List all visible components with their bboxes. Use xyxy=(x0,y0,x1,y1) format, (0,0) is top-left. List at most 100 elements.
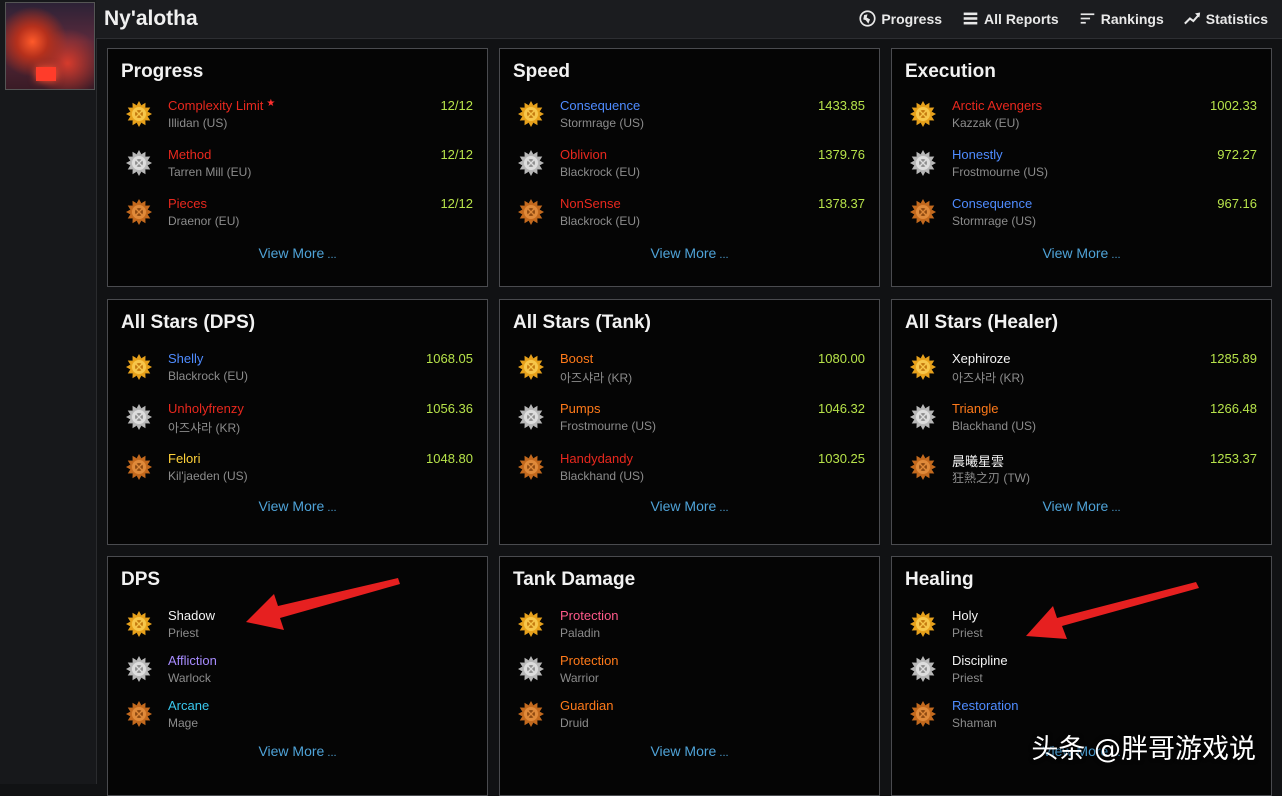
ranking-name-link[interactable]: Guardian xyxy=(560,698,613,713)
ranking-subtitle: Warrior xyxy=(560,671,599,685)
ranking-value: 1056.36 xyxy=(426,401,473,416)
panel-title: DPS xyxy=(121,569,161,590)
ranking-row: Honestly Frostmourne (US) 972.27 xyxy=(892,146,1271,186)
ranking-row: Method Tarren Mill (EU) 12/12 xyxy=(108,146,487,186)
view-more-link[interactable]: View More xyxy=(892,498,1271,514)
panel-execution: Execution Arctic Avengers Kazzak (EU) 10… xyxy=(891,48,1272,287)
view-more-link[interactable]: View More xyxy=(500,245,879,261)
ranking-subtitle: Illidan (US) xyxy=(168,116,228,130)
annotation-arrow-healing xyxy=(1026,582,1199,639)
ranking-subtitle: Paladin xyxy=(560,626,601,640)
panel-title: Healing xyxy=(905,569,974,590)
ranking-name-link[interactable]: Honestly xyxy=(952,147,1003,162)
ranking-subtitle: Shaman xyxy=(952,716,997,730)
ranking-name-link[interactable]: Shelly xyxy=(168,351,203,366)
ranking-name-link[interactable]: Holy xyxy=(952,608,978,623)
silver-medal-icon xyxy=(126,404,152,430)
view-more-link[interactable]: View More xyxy=(108,498,487,514)
ranking-name-link[interactable]: Protection xyxy=(560,653,619,668)
ranking-value: 967.16 xyxy=(1217,196,1257,211)
bronze-medal-icon xyxy=(518,701,544,727)
ranking-row: Shelly Blackrock (EU) 1068.05 xyxy=(108,350,487,390)
silver-medal-icon xyxy=(126,656,152,682)
gold-medal-icon xyxy=(518,354,544,380)
ranking-value: 1048.80 xyxy=(426,451,473,466)
ranking-value: 1433.85 xyxy=(818,98,865,113)
nav-all-reports[interactable]: All Reports xyxy=(962,10,1059,27)
panel-all-stars-healer: All Stars (Healer) Xephiroze 아즈샤라 (KR) 1… xyxy=(891,299,1272,545)
ranking-row: Pumps Frostmourne (US) 1046.32 xyxy=(500,400,879,440)
ranking-value: 1378.37 xyxy=(818,196,865,211)
silver-medal-icon xyxy=(518,404,544,430)
ranking-name-link[interactable]: Arcane xyxy=(168,698,209,713)
ranking-subtitle: Priest xyxy=(952,671,983,685)
ranking-value: 1253.37 xyxy=(1210,451,1257,466)
gold-medal-icon xyxy=(518,611,544,637)
ranking-value: 972.27 xyxy=(1217,147,1257,162)
nav-progress-label: Progress xyxy=(881,10,943,27)
ranking-subtitle: Tarren Mill (EU) xyxy=(168,165,252,179)
ranking-name-link[interactable]: Consequence xyxy=(952,196,1032,211)
panel-tank-damage: Tank Damage Protection Paladin Protectio… xyxy=(499,556,880,796)
bronze-medal-icon xyxy=(126,454,152,480)
bronze-medal-icon xyxy=(910,199,936,225)
ranking-name-link[interactable]: Shadow xyxy=(168,608,215,623)
ranking-value: 1046.32 xyxy=(818,401,865,416)
ranking-name-link[interactable]: 晨曦星雲 xyxy=(952,451,1004,470)
ranking-row: Consequence Stormrage (US) 1433.85 xyxy=(500,97,879,137)
ranking-row: 晨曦星雲 狂熱之刃 (TW) 1253.37 xyxy=(892,450,1271,490)
list-icon xyxy=(963,12,978,25)
bronze-medal-icon xyxy=(126,199,152,225)
bronze-medal-icon xyxy=(910,701,936,727)
view-more-link[interactable]: View More xyxy=(108,245,487,261)
bronze-medal-icon xyxy=(518,199,544,225)
view-more-link[interactable]: View More xyxy=(500,743,879,759)
silver-medal-icon xyxy=(518,150,544,176)
ranking-name-link[interactable]: Complexity Limit ★ xyxy=(168,98,275,113)
view-more-link[interactable]: View More xyxy=(500,498,879,514)
ranking-name-link[interactable]: Consequence xyxy=(560,98,640,113)
ranking-row: Arctic Avengers Kazzak (EU) 1002.33 xyxy=(892,97,1271,137)
panel-all-stars-tank: All Stars (Tank) Boost 아즈샤라 (KR) 1080.00… xyxy=(499,299,880,545)
panel-title: All Stars (Healer) xyxy=(905,312,1059,333)
gold-medal-icon xyxy=(518,101,544,127)
ranking-name-link[interactable]: Oblivion xyxy=(560,147,607,162)
ranking-row: Pieces Draenor (EU) 12/12 xyxy=(108,195,487,235)
ranking-name-link[interactable]: Arctic Avengers xyxy=(952,98,1042,113)
ranking-name-link[interactable]: Pieces xyxy=(168,196,207,211)
ranking-name-link[interactable]: Pumps xyxy=(560,401,600,416)
view-more-link[interactable]: View More xyxy=(892,245,1271,261)
panel-all-stars-dps: All Stars (DPS) Shelly Blackrock (EU) 10… xyxy=(107,299,488,545)
star-icon: ★ xyxy=(266,98,276,109)
view-more-link[interactable]: View More xyxy=(108,743,487,759)
zone-title: Ny'alotha xyxy=(104,7,198,30)
ranking-name-link[interactable]: Boost xyxy=(560,351,593,366)
ranking-name-link[interactable]: Triangle xyxy=(952,401,998,416)
ranking-value: 1266.48 xyxy=(1210,401,1257,416)
gold-medal-icon xyxy=(126,354,152,380)
gold-medal-icon xyxy=(910,354,936,380)
nav-statistics[interactable]: Statistics xyxy=(1183,10,1268,27)
ranking-name-link[interactable]: Restoration xyxy=(952,698,1018,713)
trend-icon xyxy=(1183,12,1200,25)
nav-progress[interactable]: Progress xyxy=(859,10,942,27)
ranking-name-link[interactable]: Xephiroze xyxy=(952,351,1011,366)
ranking-row: Felori Kil'jaeden (US) 1048.80 xyxy=(108,450,487,490)
ranking-name-link[interactable]: Method xyxy=(168,147,211,162)
ranking-name-link[interactable]: Felori xyxy=(168,451,201,466)
ranking-name-link[interactable]: Affliction xyxy=(168,653,217,668)
nav-all-reports-label: All Reports xyxy=(984,10,1059,27)
ranking-name-link[interactable]: Protection xyxy=(560,608,619,623)
ranking-subtitle: Blackrock (EU) xyxy=(560,214,641,228)
ranking-subtitle: Frostmourne (US) xyxy=(560,419,657,433)
ranking-row: Boost 아즈샤라 (KR) 1080.00 xyxy=(500,350,879,390)
ranking-value: 12/12 xyxy=(440,147,473,162)
ranking-name-link[interactable]: NonSense xyxy=(560,196,621,211)
panel-title: Execution xyxy=(905,61,996,82)
ranking-name-link[interactable]: Discipline xyxy=(952,653,1008,668)
ranking-value: 12/12 xyxy=(440,196,473,211)
zone-image[interactable] xyxy=(5,2,95,90)
ranking-name-link[interactable]: Unholyfrenzy xyxy=(168,401,244,416)
ranking-name-link[interactable]: Handydandy xyxy=(560,451,633,466)
nav-rankings[interactable]: Rankings xyxy=(1079,10,1164,27)
